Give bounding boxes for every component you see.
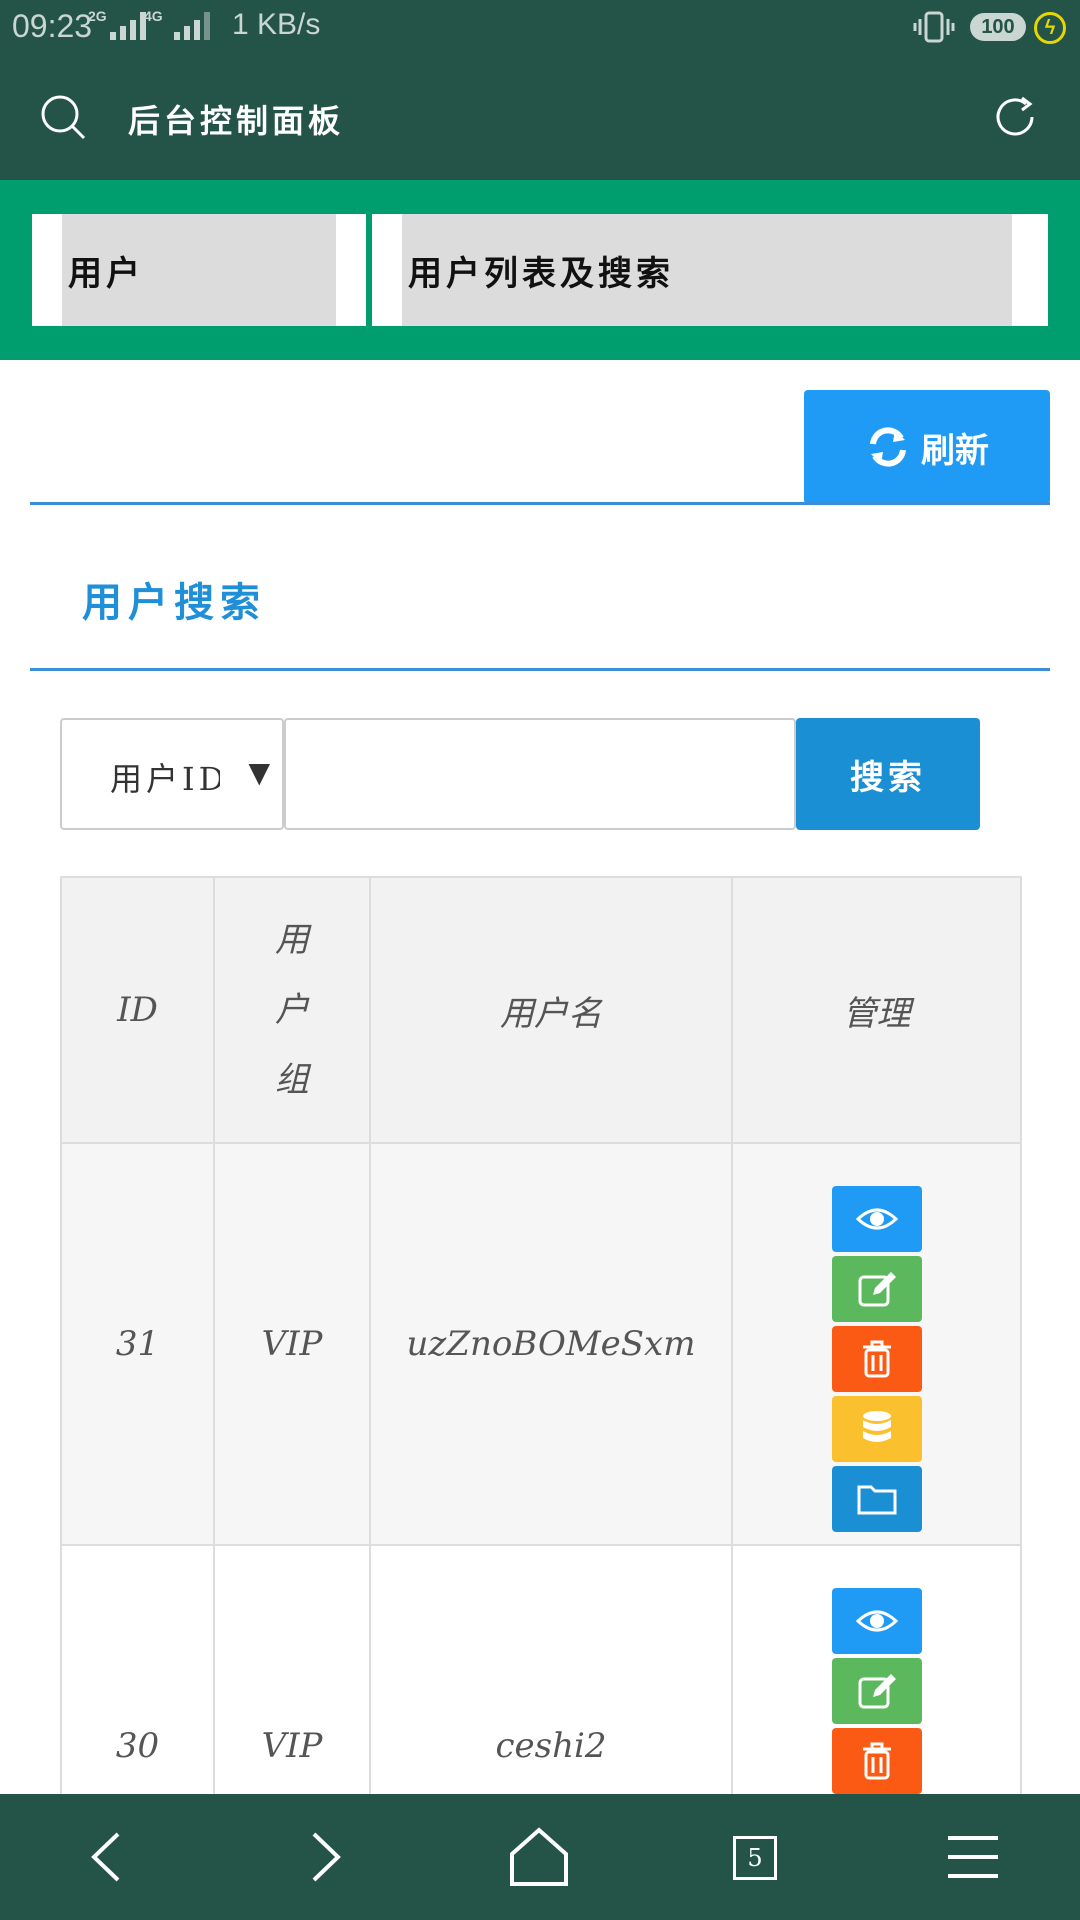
vibrate-icon (913, 11, 955, 43)
divider (30, 668, 1050, 671)
chevron-down-icon: ▼ (248, 756, 270, 789)
tabs-icon[interactable]: 5 (733, 1836, 777, 1880)
network-type-2g: 2G (88, 8, 107, 24)
breadcrumb: 用户 用户列表及搜索 (0, 180, 1080, 360)
edit-button[interactable] (831, 1256, 922, 1322)
edit-icon (858, 1272, 896, 1307)
column-header-id: ID (60, 876, 215, 1144)
column-header-group: 用 户 组 (213, 876, 371, 1144)
column-header-group-char: 用 (275, 920, 309, 960)
user-table: ID 用 户 组 用户名 管理 31 VIP uzZnoBOMeSxm 30 V… (60, 876, 1022, 1920)
reload-icon[interactable] (992, 94, 1038, 140)
status-bar: 09:23 2G 4G 1 KB/s 100 ϟ (0, 0, 1080, 54)
column-header-username: 用户名 (369, 876, 733, 1144)
column-header-manage: 管理 (731, 876, 1022, 1144)
cell-group: VIP (213, 1142, 371, 1546)
search-input[interactable] (284, 718, 796, 830)
search-field-select[interactable]: 用户ID ▼ (60, 718, 284, 830)
breadcrumb-label: 用户列表及搜索 (402, 214, 1012, 326)
back-icon[interactable] (74, 1822, 144, 1892)
network-type-4g: 4G (144, 8, 163, 24)
menu-icon[interactable] (938, 1822, 1008, 1892)
database-icon (862, 1411, 891, 1442)
app-header: 后台控制面板 (0, 54, 1080, 180)
refresh-icon (870, 427, 906, 467)
search-button[interactable]: 搜索 (796, 718, 980, 830)
cell-manage (731, 1142, 1022, 1546)
charging-icon: ϟ (1034, 12, 1066, 44)
breadcrumb-label: 用户 (62, 214, 336, 326)
refresh-button[interactable]: 刷新 (804, 390, 1050, 504)
trash-icon (862, 1742, 891, 1780)
forward-icon[interactable] (288, 1822, 358, 1892)
cell-username: uzZnoBOMeSxm (369, 1142, 733, 1546)
eye-icon (855, 1208, 898, 1230)
page-title: 后台控制面板 (128, 102, 345, 140)
table-header-row: ID 用 户 组 用户名 管理 (60, 876, 1022, 1144)
status-time: 09:23 (12, 8, 93, 44)
signal-icon-2 (174, 10, 210, 40)
search-icon[interactable] (40, 94, 86, 140)
table-row: 31 VIP uzZnoBOMeSxm (60, 1142, 1022, 1546)
view-button[interactable] (831, 1186, 922, 1252)
column-header-group-char: 户 (275, 990, 309, 1030)
network-speed: 1 KB/s (232, 8, 321, 41)
delete-button[interactable] (831, 1326, 922, 1392)
edit-button[interactable] (831, 1658, 922, 1724)
folder-button[interactable] (831, 1466, 922, 1532)
divider (30, 502, 1050, 505)
delete-button[interactable] (831, 1728, 922, 1794)
bottom-navigation: 5 (0, 1794, 1080, 1920)
edit-icon (858, 1674, 896, 1709)
database-button[interactable] (831, 1396, 922, 1462)
select-value: 用户ID (110, 760, 220, 798)
breadcrumb-item-users[interactable]: 用户 (32, 214, 366, 326)
section-title: 用户搜索 (82, 579, 266, 626)
refresh-label: 刷新 (921, 430, 989, 471)
home-icon[interactable] (504, 1822, 574, 1892)
signal-icon (110, 10, 146, 40)
column-header-group-char: 组 (275, 1060, 309, 1100)
view-button[interactable] (831, 1588, 922, 1654)
cell-id: 31 (60, 1142, 215, 1546)
trash-icon (862, 1340, 891, 1378)
battery-icon: 100 (970, 13, 1026, 41)
folder-icon (857, 1485, 896, 1515)
eye-icon (855, 1610, 898, 1632)
breadcrumb-item-user-list[interactable]: 用户列表及搜索 (372, 214, 1048, 326)
